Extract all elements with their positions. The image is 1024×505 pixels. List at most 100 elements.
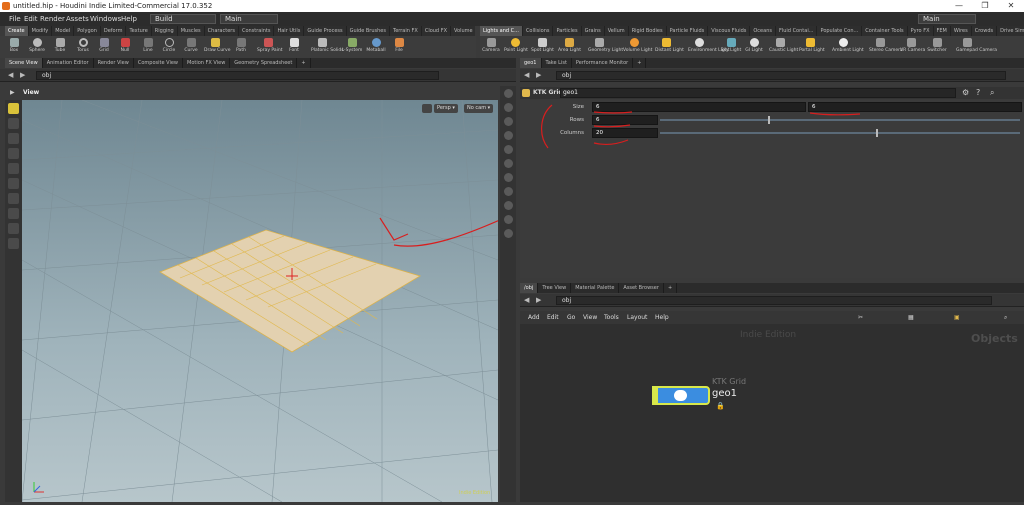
scene-path-field[interactable]: obj bbox=[36, 71, 439, 80]
shelf-tab[interactable]: Muscles bbox=[178, 26, 205, 36]
help-icon[interactable]: ? bbox=[976, 88, 980, 97]
shelf-tab[interactable]: Drive Simula... bbox=[997, 26, 1024, 36]
select-tool-icon[interactable] bbox=[8, 103, 19, 114]
shelf-tab[interactable]: Rigid Bodies bbox=[629, 26, 667, 36]
camera-link-icon[interactable] bbox=[503, 201, 513, 210]
shelf-tab[interactable]: Collisions bbox=[523, 26, 554, 36]
forward-arrow-icon[interactable]: ▶ bbox=[536, 71, 541, 80]
pose-tool-icon[interactable] bbox=[8, 148, 19, 159]
tab-geo1[interactable]: geo1 bbox=[520, 58, 542, 68]
display-icon[interactable] bbox=[8, 223, 19, 234]
tab-scene-view[interactable]: Scene View bbox=[5, 58, 43, 68]
box-tool[interactable]: Box bbox=[3, 37, 25, 53]
ambient-light-tool[interactable]: Ambient Light bbox=[832, 37, 864, 53]
shelf-tab[interactable]: Constraints bbox=[239, 26, 275, 36]
lock-icon[interactable] bbox=[8, 178, 19, 189]
sphere-tool[interactable]: Sphere bbox=[26, 37, 48, 53]
gi-light-tool[interactable]: GI Light bbox=[743, 37, 765, 53]
font-tool[interactable]: Font bbox=[283, 37, 305, 53]
magnet-icon[interactable] bbox=[8, 208, 19, 219]
shelf-tab[interactable]: Polygon bbox=[74, 26, 101, 36]
shelf-tab[interactable]: Terrain FX bbox=[390, 26, 422, 36]
volume-light-tool[interactable]: Volume Light bbox=[623, 37, 652, 53]
gamepad-camera-tool[interactable]: Gamepad Camera bbox=[956, 37, 997, 53]
platonic-solids-tool[interactable]: Platonic Solids bbox=[311, 37, 344, 53]
minimize-button[interactable]: — bbox=[946, 0, 972, 12]
point-light-tool[interactable]: Point Light bbox=[504, 37, 528, 53]
menu-assets[interactable]: Assets bbox=[66, 12, 89, 26]
shelf-tab[interactable]: Texture bbox=[126, 26, 152, 36]
shelf-tab[interactable]: Vellum bbox=[605, 26, 629, 36]
camera-dropdown[interactable]: No cam ▾ bbox=[464, 104, 494, 113]
lock-camera-icon[interactable] bbox=[422, 104, 432, 113]
shelf-tab[interactable]: Populate Con... bbox=[817, 26, 863, 36]
distant-light-tool[interactable]: Distant Light bbox=[655, 37, 684, 53]
shelf-tab[interactable]: Particles bbox=[553, 26, 582, 36]
shelf-tab[interactable]: Lights and C... bbox=[480, 26, 523, 36]
menu-file[interactable]: File bbox=[9, 12, 21, 26]
display-options-icon[interactable] bbox=[503, 89, 513, 98]
network-search-icon[interactable]: ⌕ bbox=[1004, 311, 1007, 324]
shelf-tab[interactable]: Rigging bbox=[152, 26, 178, 36]
tab-asset-browser[interactable]: Asset Browser bbox=[619, 283, 664, 293]
shelf-tab[interactable]: Oceans bbox=[750, 26, 776, 36]
render-icon[interactable] bbox=[8, 238, 19, 249]
menu-add[interactable]: Add bbox=[528, 311, 540, 324]
shelf-tab[interactable]: Hair Utils bbox=[274, 26, 305, 36]
portal-light-tool[interactable]: Portal Light bbox=[799, 37, 825, 53]
ghost-icon[interactable] bbox=[503, 131, 513, 140]
tab-material-palette[interactable]: Material Palette bbox=[571, 283, 620, 293]
forward-arrow-icon[interactable]: ▶ bbox=[536, 296, 541, 305]
tab-animation-editor[interactable]: Animation Editor bbox=[43, 58, 94, 68]
back-arrow-icon[interactable]: ◀ bbox=[524, 296, 529, 305]
circle-tool[interactable]: Circle bbox=[158, 37, 180, 53]
camera-tool[interactable]: Camera bbox=[480, 37, 502, 53]
file-tool[interactable]: File bbox=[388, 37, 410, 53]
shelf-tab[interactable]: Fluid Contai... bbox=[776, 26, 818, 36]
menu-windows[interactable]: Windows bbox=[90, 12, 121, 26]
torus-tool[interactable]: Torus bbox=[72, 37, 94, 53]
snap-icon[interactable] bbox=[8, 193, 19, 204]
shelf-tab[interactable]: Deform bbox=[101, 26, 127, 36]
menu-render[interactable]: Render bbox=[40, 12, 65, 26]
add-tab-button[interactable]: + bbox=[633, 58, 647, 68]
tab-performance-monitor[interactable]: Performance Monitor bbox=[572, 58, 634, 68]
area-light-tool[interactable]: Area Light bbox=[558, 37, 581, 53]
main-desktop-dropdown[interactable]: Main bbox=[220, 14, 278, 24]
network-editor[interactable]: Indie Edition Objects KTK Grid geo1 🔒 bbox=[520, 324, 1024, 502]
wrench-icon[interactable]: ✂ bbox=[858, 311, 863, 324]
l-system-tool[interactable]: L-System bbox=[341, 37, 363, 53]
handle-tool-icon[interactable] bbox=[8, 133, 19, 144]
background-icon[interactable] bbox=[503, 173, 513, 182]
caustic-light-tool[interactable]: Caustic Light bbox=[769, 37, 798, 53]
scene-viewport[interactable]: Persp ▾ No cam ▾ Indie Edition bbox=[22, 100, 498, 502]
menu-edit[interactable]: Edit bbox=[547, 311, 559, 324]
view-menu-icon[interactable]: ▶ bbox=[10, 89, 15, 96]
node-name-field[interactable]: geo1 bbox=[560, 88, 956, 98]
tab-geometry-spreadsheet[interactable]: Geometry Spreadsheet bbox=[230, 58, 298, 68]
grid-geometry[interactable] bbox=[159, 229, 421, 353]
menu-tools[interactable]: Tools bbox=[604, 311, 619, 324]
maximize-button[interactable]: ❐ bbox=[972, 0, 998, 12]
back-arrow-icon[interactable]: ◀ bbox=[8, 71, 13, 80]
curve-tool[interactable]: Curve bbox=[180, 37, 202, 53]
search-icon[interactable]: ⌕ bbox=[990, 88, 994, 98]
tab-tree-view[interactable]: Tree View bbox=[538, 283, 572, 293]
lighting-icon[interactable] bbox=[503, 117, 513, 126]
shelf-tab[interactable]: Grains bbox=[582, 26, 605, 36]
spot-light-tool[interactable]: Spot Light bbox=[531, 37, 554, 53]
transform-tool-icon[interactable] bbox=[8, 118, 19, 129]
grid-tool[interactable]: Grid bbox=[93, 37, 115, 53]
back-arrow-icon[interactable]: ◀ bbox=[524, 71, 529, 80]
geometry-light-tool[interactable]: Geometry Light bbox=[588, 37, 623, 53]
persp-dropdown[interactable]: Persp ▾ bbox=[434, 104, 458, 113]
shading-icon[interactable] bbox=[503, 103, 513, 112]
shelf-tab[interactable]: Model bbox=[52, 26, 75, 36]
metaball-tool[interactable]: Metaball bbox=[365, 37, 387, 53]
vr-camera-tool[interactable]: VR Camera bbox=[900, 37, 925, 53]
tab-composite-view[interactable]: Composite View bbox=[134, 58, 183, 68]
switcher-tool[interactable]: Switcher bbox=[926, 37, 948, 53]
view-tool-icon[interactable] bbox=[8, 163, 19, 174]
menu-edit[interactable]: Edit bbox=[24, 12, 38, 26]
visibility-icon[interactable] bbox=[503, 145, 513, 154]
